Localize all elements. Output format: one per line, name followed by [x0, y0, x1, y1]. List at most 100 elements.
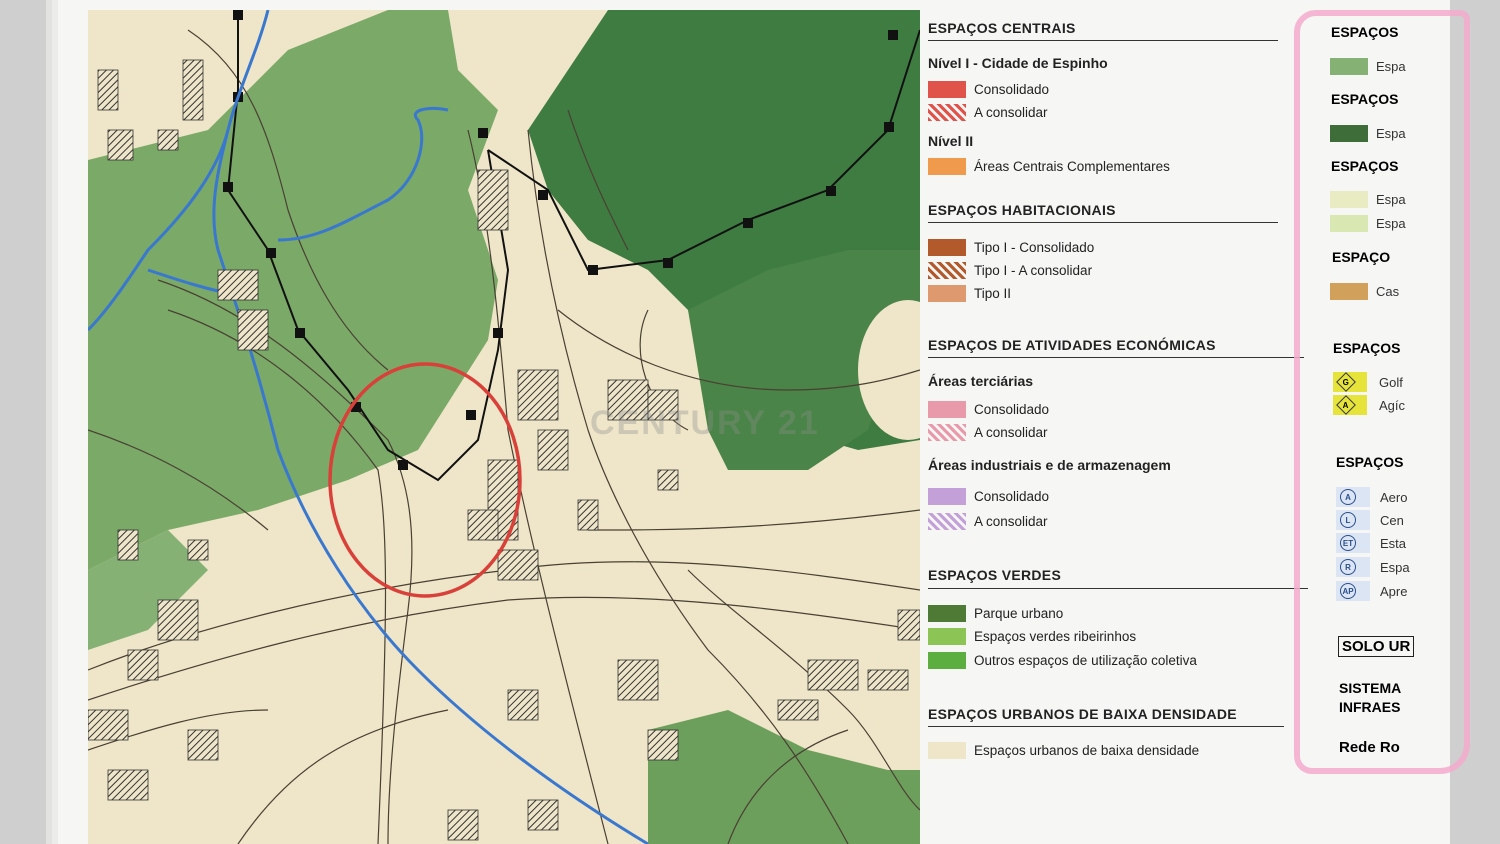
legend-section-habitacionais: ESPAÇOS HABITACIONAIS: [928, 202, 1116, 218]
right-heading: ESPAÇOS: [1333, 340, 1401, 356]
right-label: Cas: [1376, 283, 1400, 299]
legend-label: Consolidado: [974, 401, 1050, 417]
legend-item-ribeirinhos: Espaços verdes ribeirinhos: [928, 626, 1136, 646]
right-heading: ESPAÇOS: [1336, 454, 1404, 470]
right-item: Espa: [1330, 189, 1406, 209]
utilization-icon: AP: [1336, 581, 1370, 601]
right-label: Espa: [1380, 559, 1410, 575]
legend-item-coletiva: Outros espaços de utilização coletiva: [928, 650, 1197, 670]
swatch-red: [928, 80, 966, 98]
right-item: G Golf: [1333, 372, 1403, 392]
legend-item-tipo2: Tipo II: [928, 283, 1011, 303]
legend-label: Tipo I - A consolidar: [974, 262, 1093, 278]
right-item: R Espa: [1336, 557, 1410, 577]
watermark: CENTURY 21: [590, 404, 820, 442]
space-icon: R: [1336, 557, 1370, 577]
divider: [928, 588, 1308, 589]
right-label: Agíc: [1379, 397, 1406, 413]
swatch-pale-green: [1330, 214, 1368, 232]
right-item: Espa: [1330, 213, 1406, 233]
agricultural-icon: A: [1333, 395, 1367, 415]
legend-item-tipo1c: Tipo I - Consolidado: [928, 237, 1094, 257]
swatch-lime: [928, 627, 966, 645]
right-label: Espa: [1376, 125, 1406, 141]
right-item: Cas: [1330, 281, 1399, 301]
legend-label: Tipo I - Consolidado: [974, 239, 1095, 255]
swatch-pink: [928, 400, 966, 418]
swatch-orange: [928, 157, 966, 175]
airport-icon: A: [1336, 487, 1370, 507]
swatch-brown: [928, 238, 966, 256]
legend-sub-nivel1: Nível I - Cidade de Espinho: [928, 55, 1108, 71]
legend-item-baixa-densidade: Espaços urbanos de baixa densidade: [928, 740, 1199, 760]
right-heading: ESPAÇOS: [1331, 91, 1399, 107]
legend-item-industrial-a-consolidar: A consolidar: [928, 511, 1048, 531]
station-icon: ET: [1336, 533, 1370, 553]
legend-item-complementares: Áreas Centrais Complementares: [928, 156, 1170, 176]
legend-section-centrais: ESPAÇOS CENTRAIS: [928, 20, 1076, 36]
center-icon: L: [1336, 510, 1370, 530]
swatch-green-light: [1330, 57, 1368, 75]
swatch-purple-hatch: [928, 512, 966, 530]
legend-label: Consolidado: [974, 81, 1050, 97]
legend-item-tipo1a: Tipo I - A consolidar: [928, 260, 1092, 280]
swatch-brown-hatch: [928, 261, 966, 279]
right-item: Espa: [1330, 123, 1406, 143]
legend-label: A consolidar: [974, 424, 1048, 440]
right-heading: INFRAES: [1339, 699, 1401, 715]
legend-sub-terciarias: Áreas terciárias: [928, 373, 1034, 389]
legend-item-parque: Parque urbano: [928, 603, 1063, 623]
right-item: Espa: [1330, 56, 1406, 76]
legend-section-verdes: ESPAÇOS VERDES: [928, 567, 1062, 583]
right-label: Esta: [1380, 535, 1407, 551]
right-item: L Cen: [1336, 510, 1404, 530]
right-heading: SISTEMA: [1339, 680, 1402, 696]
legend-label: A consolidar: [974, 104, 1048, 120]
right-label: Cen: [1380, 512, 1404, 528]
swatch-green-dark: [1330, 124, 1368, 142]
golf-icon: G: [1333, 372, 1367, 392]
legend-item-industrial-consolidado: Consolidado: [928, 486, 1049, 506]
right-heading: ESPAÇOS: [1331, 24, 1399, 40]
legend-label: Espaços verdes ribeirinhos: [974, 628, 1137, 644]
swatch-red-hatch: [928, 103, 966, 121]
legend-label: Outros espaços de utilização coletiva: [974, 652, 1197, 668]
swatch-green: [928, 651, 966, 669]
right-heading: ESPAÇOS: [1331, 158, 1399, 174]
right-heading: ESPAÇO: [1332, 249, 1391, 265]
divider: [928, 222, 1278, 223]
right-label: Golf: [1379, 374, 1403, 390]
legend-right-column: ESPAÇOS Espa ESPAÇOS Espa ESPAÇOS Espa E…: [1328, 0, 1418, 844]
solo-urbano-box: SOLO UR: [1338, 636, 1415, 657]
swatch-pink-hatch: [928, 423, 966, 441]
legend-label: Parque urbano: [974, 605, 1064, 621]
legend-item-terciario-consolidado: Consolidado: [928, 399, 1049, 419]
legend-label: Tipo II: [974, 285, 1012, 301]
swatch-pale-yellow: [1330, 190, 1368, 208]
right-item: ET Esta: [1336, 533, 1406, 553]
legend-label: A consolidar: [974, 513, 1048, 529]
divider: [928, 726, 1284, 727]
swatch-dark-green: [928, 604, 966, 622]
legend-panel: ESPAÇOS CENTRAIS Nível I - Cidade de Esp…: [928, 0, 1308, 844]
legend-item-consolidado: Consolidado: [928, 79, 1049, 99]
right-label: Apre: [1380, 583, 1408, 599]
right-label: Aero: [1380, 489, 1408, 505]
swatch-purple: [928, 487, 966, 505]
legend-item-terciario-a-consolidar: A consolidar: [928, 422, 1048, 442]
swatch-ochre: [1330, 282, 1368, 300]
legend-section-baixa: ESPAÇOS URBANOS DE BAIXA DENSIDADE: [928, 706, 1237, 722]
divider: [928, 40, 1278, 41]
right-item: AP Apre: [1336, 581, 1407, 601]
legend-label: Áreas Centrais Complementares: [974, 158, 1170, 174]
right-item: A Agíc: [1333, 395, 1405, 415]
right-label: Espa: [1376, 191, 1406, 207]
legend-label: Espaços urbanos de baixa densidade: [974, 742, 1200, 758]
legend-sub-nivel2: Nível II: [928, 133, 974, 149]
right-heading: Rede Ro: [1339, 739, 1400, 756]
right-item: A Aero: [1336, 487, 1407, 507]
divider: [928, 357, 1304, 358]
swatch-cream: [928, 741, 966, 759]
legend-sub-industriais: Áreas industriais e de armazenagem: [928, 457, 1171, 473]
swatch-salmon: [928, 284, 966, 302]
